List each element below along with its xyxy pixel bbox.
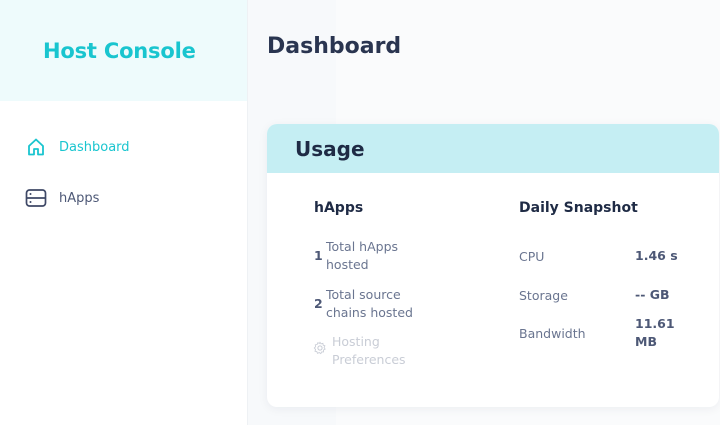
- sidebar-nav: Dashboard hApps: [0, 101, 247, 211]
- sidebar-item-happs[interactable]: hApps: [0, 185, 247, 211]
- app-title: Host Console: [43, 38, 196, 63]
- stat-total-happs: 1 Total hApps hosted: [314, 238, 426, 274]
- hosting-preferences-link[interactable]: Hosting Preferences: [313, 333, 432, 369]
- stat-label: Total hApps hosted: [326, 239, 399, 272]
- snapshot-row-storage: Storage -- GB: [519, 286, 695, 304]
- stat-total-source-chains: 2 Total source chains hosted: [314, 286, 426, 322]
- sidebar-header: Host Console: [0, 0, 247, 101]
- gear-icon: [313, 333, 332, 360]
- happs-heading: hApps: [314, 200, 364, 216]
- sidebar-item-label: hApps: [59, 190, 100, 206]
- snapshot-metric: Storage: [519, 287, 568, 303]
- usage-card-header: Usage: [267, 124, 719, 173]
- snapshot-value: -- GB: [635, 287, 670, 302]
- snapshot-row-cpu: CPU 1.46 s: [519, 238, 683, 274]
- sidebar-item-dashboard[interactable]: Dashboard: [0, 134, 247, 160]
- server-icon: [25, 187, 47, 209]
- snapshot-value: 11.61 MB: [635, 316, 675, 349]
- stat-label: Total source chains hosted: [326, 287, 413, 320]
- home-icon: [25, 136, 47, 158]
- sidebar-item-label: Dashboard: [59, 139, 130, 155]
- snapshot-metric: CPU: [519, 248, 545, 264]
- stat-count: 2: [314, 296, 323, 311]
- snapshot-metric: Bandwidth: [519, 325, 586, 341]
- hosting-preferences-label: Hosting Preferences: [332, 334, 406, 367]
- usage-card-title: Usage: [295, 136, 365, 161]
- page-title: Dashboard: [267, 34, 402, 59]
- snapshot-value: 1.46 s: [635, 248, 678, 263]
- snapshot-row-bandwidth: Bandwidth 11.61 MB: [519, 315, 683, 351]
- sidebar: Host Console Dashboard hApps: [0, 0, 248, 425]
- usage-card: Usage hApps 1 Total hApps hosted 2 Total…: [267, 124, 719, 407]
- daily-snapshot-heading: Daily Snapshot: [519, 200, 638, 216]
- stat-count: 1: [314, 248, 323, 263]
